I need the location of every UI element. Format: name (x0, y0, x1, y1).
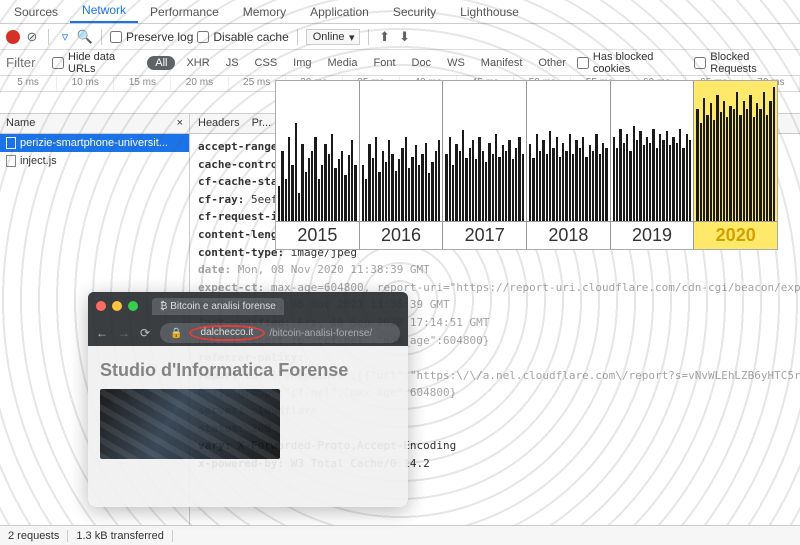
year-label: 2016 (360, 221, 443, 249)
year-label: 2019 (611, 221, 694, 249)
devtools-tabs: Sources Network Performance Memory Appli… (0, 0, 800, 24)
tab-application[interactable]: Application (298, 1, 381, 23)
status-bar: 2 requests 1.3 kB transferred (0, 525, 800, 545)
type-font[interactable]: Font (368, 56, 400, 70)
close-sidebar-button[interactable]: × (177, 117, 183, 130)
window-minimize-icon[interactable] (112, 301, 122, 311)
blocked-requests-checkbox[interactable]: Blocked Requests (694, 51, 794, 75)
year-label: 2017 (443, 221, 526, 249)
browser-window-overlay: ₿ Bitcoin e analisi forense ← → ⟳ 🔒 dalc… (88, 292, 408, 507)
filter-input[interactable] (6, 55, 46, 70)
type-other[interactable]: Other (533, 56, 571, 70)
year-label: 2020 (694, 221, 777, 249)
window-close-icon[interactable] (96, 301, 106, 311)
response-header-line: date: Mon, 08 Nov 2020 11:38:39 GMT (198, 261, 792, 279)
preserve-log-checkbox[interactable]: Preserve log (110, 30, 193, 44)
search-icon[interactable]: 🔍 (77, 29, 93, 45)
reload-icon[interactable]: ⟳ (140, 326, 150, 340)
forward-icon[interactable]: → (118, 326, 130, 340)
tab-network[interactable]: Network (70, 0, 138, 23)
tab-security[interactable]: Security (381, 1, 448, 23)
type-css[interactable]: CSS (250, 56, 283, 70)
request-row[interactable]: inject.js (0, 152, 189, 170)
type-xhr[interactable]: XHR (181, 56, 214, 70)
filter-bar: Hide data URLs All XHR JS CSS Img Media … (0, 50, 800, 76)
col-name-header[interactable]: Name (6, 117, 35, 130)
year-label: 2015 (276, 221, 359, 249)
filter-icon[interactable]: ▿ (57, 29, 73, 45)
keyboard-image (100, 389, 280, 459)
clear-icon[interactable]: ⊘ (24, 29, 40, 45)
tab-lighthouse[interactable]: Lighthouse (448, 1, 531, 23)
yearly-chart-overlay: 201520162017201820192020 (275, 80, 778, 250)
browser-content: Studio d'Informatica Forense (88, 346, 408, 507)
tab-headers[interactable]: Headers (198, 117, 240, 130)
page-heading: Studio d'Informatica Forense (100, 360, 396, 381)
disable-cache-checkbox[interactable]: Disable cache (197, 30, 288, 44)
request-count: 2 requests (8, 530, 59, 542)
throttling-select[interactable]: Online ▾ (306, 29, 360, 45)
download-icon[interactable]: ⬇ (397, 29, 413, 45)
year-label: 2018 (527, 221, 610, 249)
tab-preview[interactable]: Pr... (252, 117, 272, 130)
record-button[interactable] (6, 30, 20, 44)
url-field[interactable]: 🔒 dalchecco.it/bitcoin-analisi-forense/ (160, 323, 400, 343)
type-manifest[interactable]: Manifest (476, 56, 528, 70)
network-toolbar: ⊘ ▿ 🔍 Preserve log Disable cache Online … (0, 24, 800, 50)
file-icon (6, 137, 16, 149)
type-js[interactable]: JS (221, 56, 244, 70)
tab-performance[interactable]: Performance (138, 1, 231, 23)
browser-address-bar: ← → ⟳ 🔒 dalchecco.it/bitcoin-analisi-for… (88, 320, 408, 346)
request-row[interactable]: perizie-smartphone-universit... (0, 134, 189, 152)
back-icon[interactable]: ← (96, 326, 108, 340)
browser-titlebar[interactable]: ₿ Bitcoin e analisi forense (88, 292, 408, 320)
window-maximize-icon[interactable] (128, 301, 138, 311)
tab-sources[interactable]: Sources (2, 1, 70, 23)
type-media[interactable]: Media (323, 56, 363, 70)
upload-icon[interactable]: ⬆ (377, 29, 393, 45)
transferred-size: 1.3 kB transferred (76, 530, 163, 542)
has-blocked-cookies-checkbox[interactable]: Has blocked cookies (577, 51, 688, 75)
hide-data-urls-checkbox[interactable]: Hide data URLs (52, 51, 141, 75)
file-icon (6, 155, 16, 167)
type-ws[interactable]: WS (442, 56, 470, 70)
browser-tab[interactable]: ₿ Bitcoin e analisi forense (152, 298, 284, 315)
type-doc[interactable]: Doc (407, 56, 437, 70)
tab-memory[interactable]: Memory (231, 1, 298, 23)
type-all[interactable]: All (147, 56, 175, 70)
type-img[interactable]: Img (288, 56, 316, 70)
